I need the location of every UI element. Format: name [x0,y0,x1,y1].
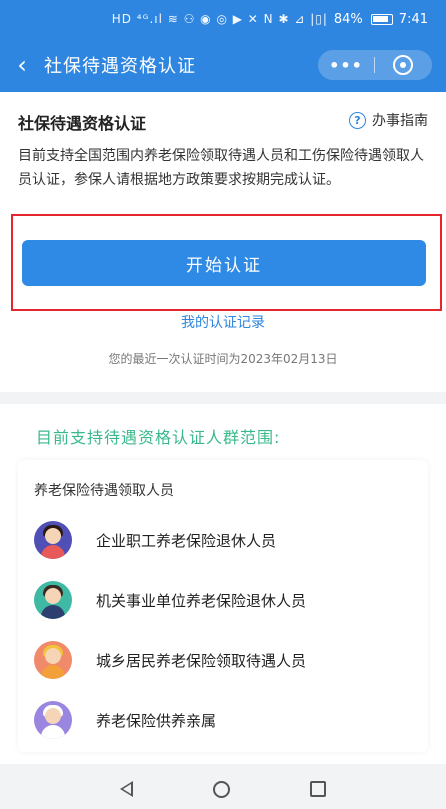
close-miniprogram-button[interactable] [375,50,431,80]
group-label: 养老保险待遇领取人员 [34,483,174,499]
help-circle-icon: ? [349,111,366,129]
more-button[interactable]: ••• [318,50,374,80]
list-item: 养老保险供养亲属 [34,698,414,742]
start-auth-button[interactable]: 开始认证 [22,240,426,286]
clock: 7:41 [398,11,428,27]
list-item: 城乡居民养老保险领取待遇人员 [34,638,414,682]
retiree-avatar-icon [34,521,72,559]
back-button[interactable]: ‹ [0,38,44,92]
mini-program-capsule: ••• [318,50,432,80]
chevron-left-icon: ‹ [17,51,27,79]
list-item: 机关事业单位养老保险退休人员 [34,578,414,622]
card-title: 社保待遇资格认证 [18,114,147,133]
nav-back-icon[interactable] [120,781,133,797]
list-item-label: 企业职工养老保险退休人员 [96,531,277,550]
target-ring-icon [393,55,413,75]
scope-section: 目前支持待遇资格认证人群范围: 养老保险待遇领取人员 企业职工养老保险退休人员 … [0,404,446,764]
status-bar: HD ⁴ᴳ.ıl ≋ ⚇ ◉ ◎ ▶ ✕ N ✱ ⊿ |▯| 84% 7:41 [0,0,446,38]
auth-description: 目前支持全国范围内养老保险领取待遇人员和工伤保险待遇领取人员认证，参保人请根据地… [18,148,424,188]
last-auth-time: 您的最近一次认证时间为2023年02月13日 [108,352,338,366]
worker-avatar-icon [34,641,72,679]
auth-record-link[interactable]: 我的认证记录 [0,312,446,332]
auth-card: 社保待遇资格认证 ? 办事指南 目前支持全国范围内养老保险领取待遇人员和工伤保险… [0,92,446,392]
official-avatar-icon [34,581,72,619]
page-title: 社保待遇资格认证 [44,56,196,77]
guide-label: 办事指南 [372,113,428,129]
list-item-label: 养老保险供养亲属 [96,711,217,730]
nav-home-icon[interactable] [213,780,230,798]
title-bar: ‹ 社保待遇资格认证 ••• [0,38,446,92]
scope-title: 目前支持待遇资格认证人群范围: [36,428,281,447]
system-nav-bar [0,769,446,809]
elder-avatar-icon [34,701,72,739]
list-item-label: 城乡居民养老保险领取待遇人员 [96,651,307,670]
nav-recent-icon[interactable] [310,781,326,797]
more-dots-icon: ••• [329,55,363,75]
battery-percent: 84% [333,11,363,27]
battery-icon [370,13,393,25]
scope-card: 养老保险待遇领取人员 企业职工养老保险退休人员 机关事业单位养老保险退休人员 城… [18,460,428,752]
list-item: 企业职工养老保险退休人员 [34,518,414,562]
list-item-label: 机关事业单位养老保险退休人员 [96,591,307,610]
guide-link[interactable]: ? 办事指南 [349,110,428,130]
status-icons: HD ⁴ᴳ.ıl ≋ ⚇ ◉ ◎ ▶ ✕ N ✱ ⊿ |▯| [111,12,328,26]
